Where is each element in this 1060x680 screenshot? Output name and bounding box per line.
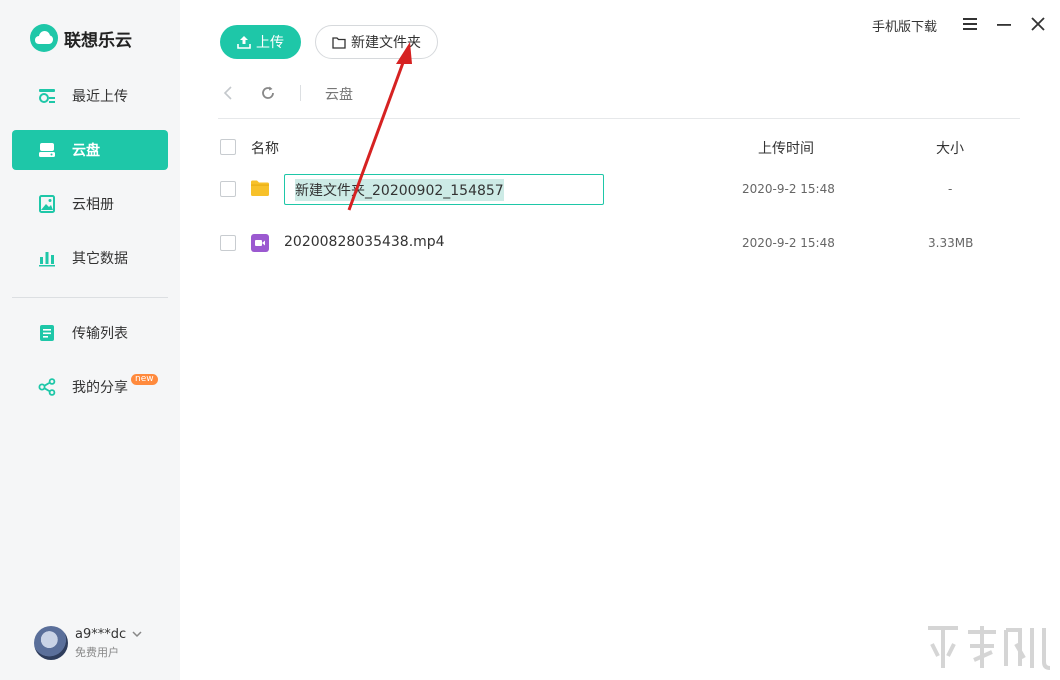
sidebar-item-cloud-drive[interactable]: 云盘 [12,130,168,170]
avatar[interactable] [34,626,68,660]
row-checkbox[interactable] [220,181,236,197]
user-name: a9***dc [75,626,127,642]
folder-outline-icon [332,36,346,49]
sidebar-item-other-data[interactable]: 其它数据 [12,238,168,278]
new-folder-button[interactable]: 新建文件夹 [315,25,438,59]
cloud-logo-icon [30,24,58,52]
upload-label: 上传 [256,35,284,51]
sidebar-item-label: 云盘 [72,143,100,159]
sidebar-item-label: 传输列表 [72,326,128,342]
app-window: 联想乐云 最近上传 云盘 云相册 其它数据 传输列表 我的分享 new a9**… [0,0,1060,680]
file-size: - [948,182,953,196]
column-header-name[interactable]: 名称 [251,138,279,158]
select-all-checkbox[interactable] [220,139,236,155]
back-icon[interactable] [221,84,237,102]
minimize-icon[interactable] [994,14,1014,34]
sidebar-item-label: 我的分享 [72,380,128,396]
header-divider [218,118,1020,119]
rename-input-text: 新建文件夹_20200902_154857 [295,178,504,201]
refresh-icon[interactable] [259,84,277,102]
file-size: 3.33MB [928,236,974,250]
recent-upload-icon [38,87,56,105]
sidebar: 联想乐云 最近上传 云盘 云相册 其它数据 传输列表 我的分享 new a9**… [0,0,180,680]
upload-icon [237,35,251,49]
bar-chart-icon [38,249,56,267]
new-badge: new [131,374,158,385]
folder-icon [250,179,270,199]
chevron-down-icon[interactable] [132,627,142,642]
sidebar-item-my-share[interactable]: 我的分享 [12,367,168,407]
sidebar-item-label: 其它数据 [72,251,128,267]
upload-time: 2020-9-2 15:48 [742,236,835,250]
upload-button[interactable]: 上传 [220,25,301,59]
column-header-size[interactable]: 大小 [936,138,964,158]
file-name[interactable]: 20200828035438.mp4 [284,234,445,250]
watermark-logo [928,626,1051,670]
column-header-time[interactable]: 上传时间 [758,138,814,158]
cloud-drive-icon [38,141,56,159]
nav-separator [300,85,301,101]
brand: 联想乐云 [30,24,132,52]
sidebar-item-label: 最近上传 [72,89,128,105]
user-account[interactable]: a9***dc 免费用户 [34,626,142,660]
sidebar-item-photo-album[interactable]: 云相册 [12,184,168,224]
photo-album-icon [38,195,56,213]
new-folder-label: 新建文件夹 [351,35,421,51]
brand-name: 联想乐云 [64,30,132,51]
mobile-download-link[interactable]: 手机版下载 [872,16,937,35]
row-checkbox[interactable] [220,235,236,251]
sidebar-item-recent-upload[interactable]: 最近上传 [12,76,168,116]
user-type: 免费用户 [75,645,119,659]
video-file-icon [250,233,270,253]
menu-icon[interactable] [960,14,980,34]
transfer-list-icon [38,324,56,342]
breadcrumb[interactable]: 云盘 [325,84,353,104]
close-icon[interactable] [1028,14,1048,34]
share-icon [38,378,56,396]
rename-folder-input[interactable]: 新建文件夹_20200902_154857 [284,174,604,205]
sidebar-item-label: 云相册 [72,197,114,213]
sidebar-divider [12,297,168,298]
sidebar-item-transfer-list[interactable]: 传输列表 [12,313,168,353]
upload-time: 2020-9-2 15:48 [742,182,835,196]
